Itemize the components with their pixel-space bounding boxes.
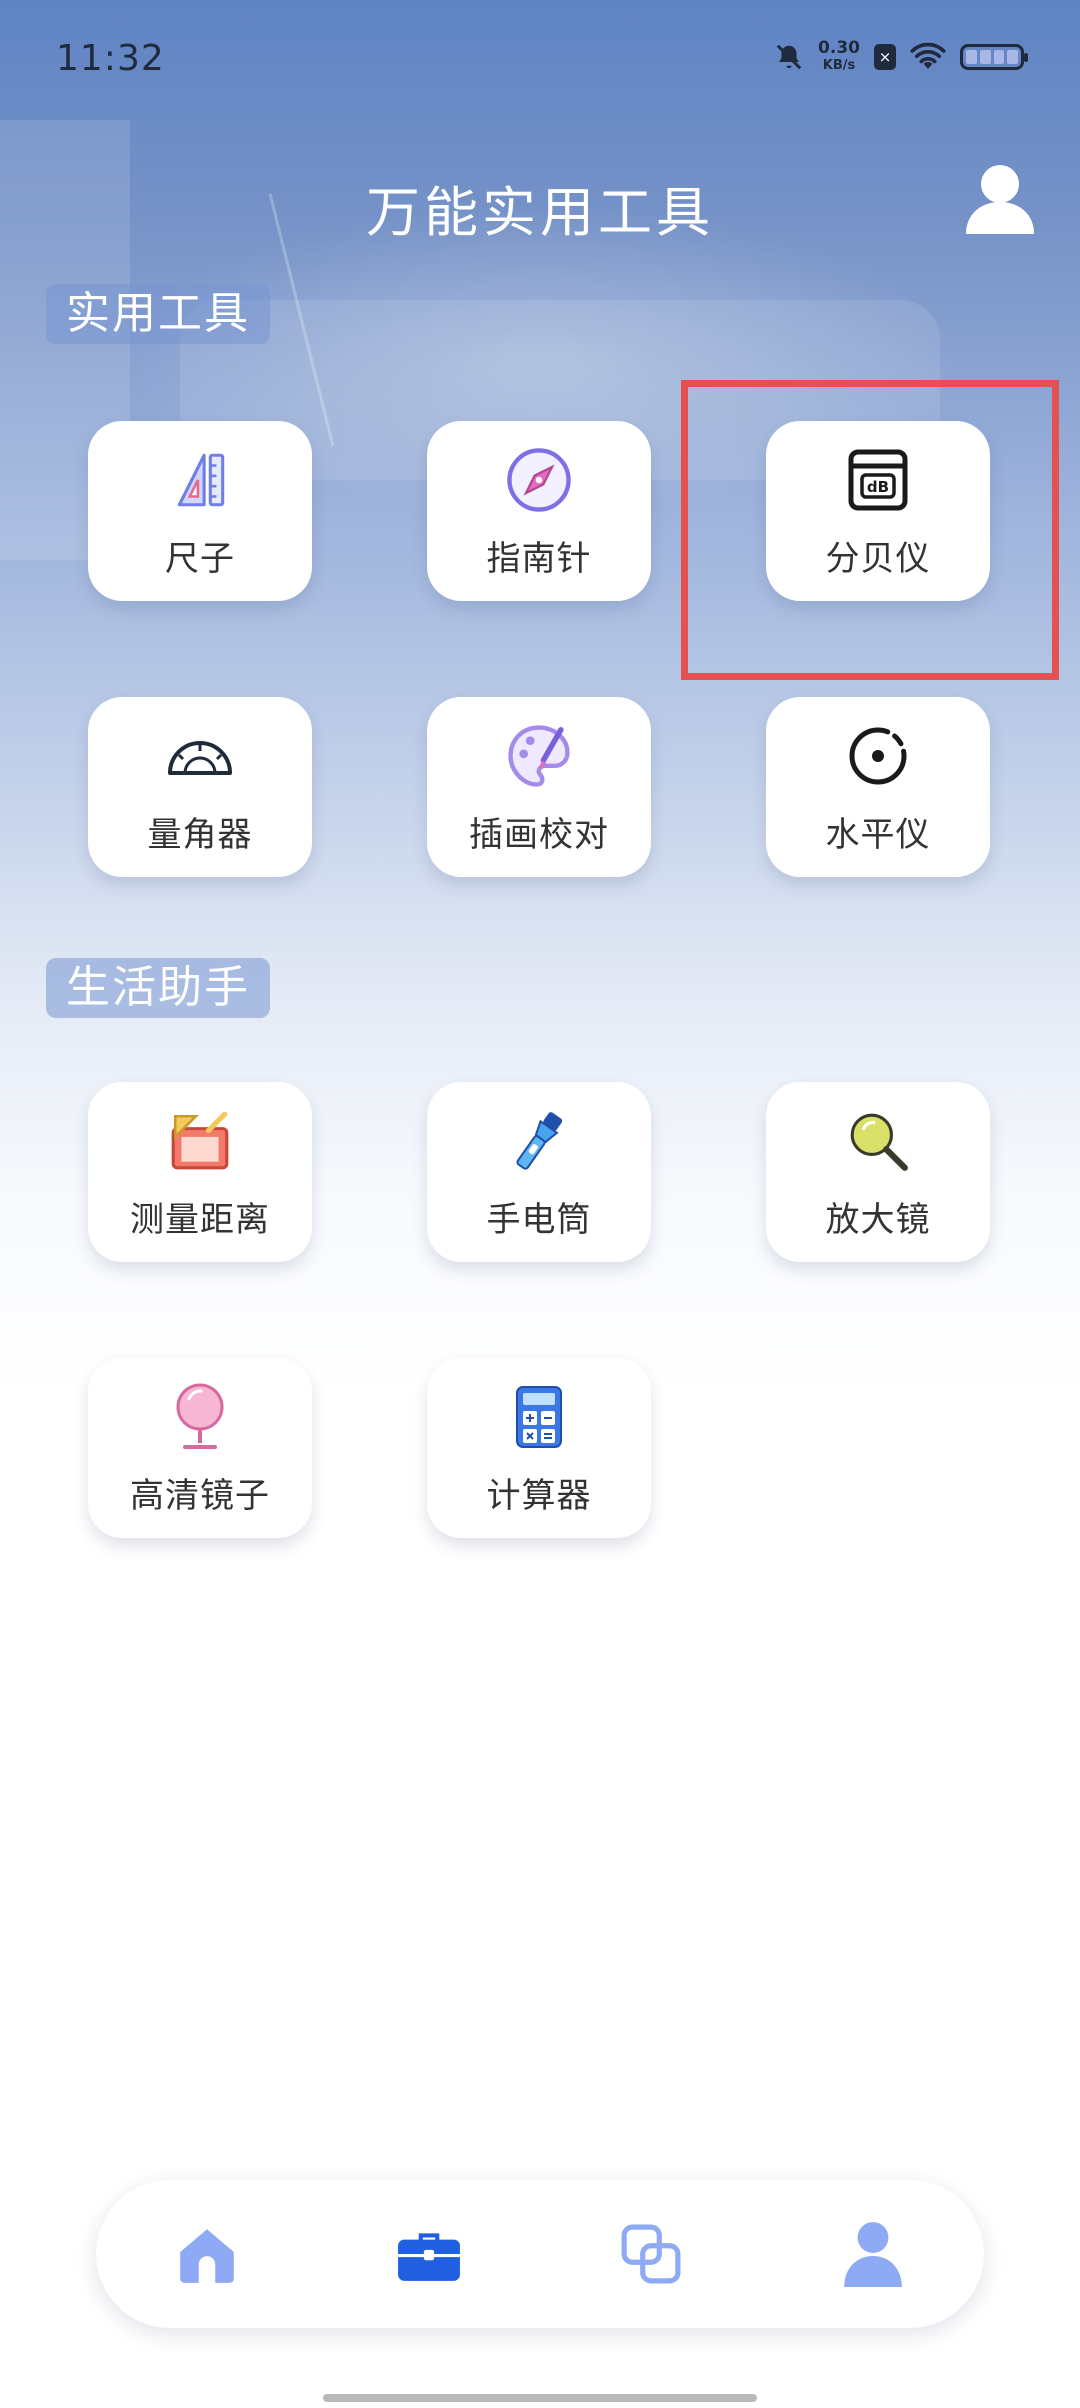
network-speed-value: 0.30 [818,38,860,58]
user-icon [844,2222,902,2287]
tool-card-ruler[interactable]: 尺子 [88,421,312,601]
tool-card-level[interactable]: 水平仪 [766,697,990,877]
tool-card-measure-distance[interactable]: 测量距离 [88,1082,312,1262]
tool-card-compass[interactable]: 指南针 [427,421,651,601]
tool-label: 尺子 [165,538,235,579]
tool-label: 指南针 [486,538,592,579]
tool-label: 水平仪 [825,814,931,855]
protractor-icon [163,719,237,793]
profile-icon[interactable] [958,156,1042,240]
tool-card-magnifier[interactable]: 放大镜 [766,1082,990,1262]
bell-off-icon [776,44,802,70]
sim-icon: × [874,44,896,70]
flashlight-icon [502,1104,576,1178]
mirror-icon [163,1380,237,1454]
nav-home[interactable] [167,2214,247,2294]
battery-icon [960,44,1028,70]
nav-overlap[interactable] [611,2214,691,2294]
tool-label: 插画校对 [469,814,609,855]
toolbox-icon [398,2233,460,2281]
highlight-box [681,380,1059,680]
home-icon [180,2229,234,2283]
compass-icon [502,443,576,517]
tool-label: 测量距离 [130,1199,270,1240]
magnifier-icon [841,1104,915,1178]
home-indicator[interactable] [323,2394,757,2402]
nav-profile[interactable] [833,2214,913,2294]
tool-card-calculator[interactable]: 计算器 [427,1358,651,1538]
status-icons: 0.30 KB/s × [774,40,1028,74]
overlap-squares-icon [621,2224,681,2284]
measure-distance-icon [163,1104,237,1178]
tool-label: 高清镜子 [130,1475,270,1516]
level-icon [841,719,915,793]
tool-card-protractor[interactable]: 量角器 [88,697,312,877]
page-title: 万能实用工具 [366,181,714,244]
tool-label: 手电筒 [486,1199,592,1240]
bottom-nav [96,2180,984,2328]
tool-card-illustration-proof[interactable]: 插画校对 [427,697,651,877]
palette-icon [502,719,576,793]
tool-label: 量角器 [147,814,253,855]
tool-card-flashlight[interactable]: 手电筒 [427,1082,651,1262]
network-speed-unit: KB/s [822,58,856,73]
nav-tools[interactable] [389,2214,469,2294]
calculator-icon [502,1380,576,1454]
tool-label: 计算器 [486,1475,592,1516]
network-speed: 0.30 KB/s [818,40,860,74]
ruler-icon [163,443,237,517]
section-title-life: 生活助手 [46,958,270,1018]
section-title-utility: 实用工具 [46,284,270,344]
status-bar: 11:32 0.30 KB/s × [0,0,1080,125]
tool-label: 放大镜 [825,1199,931,1240]
wifi-icon [910,42,946,69]
tool-card-mirror[interactable]: 高清镜子 [88,1358,312,1538]
status-time: 11:32 [56,38,165,79]
